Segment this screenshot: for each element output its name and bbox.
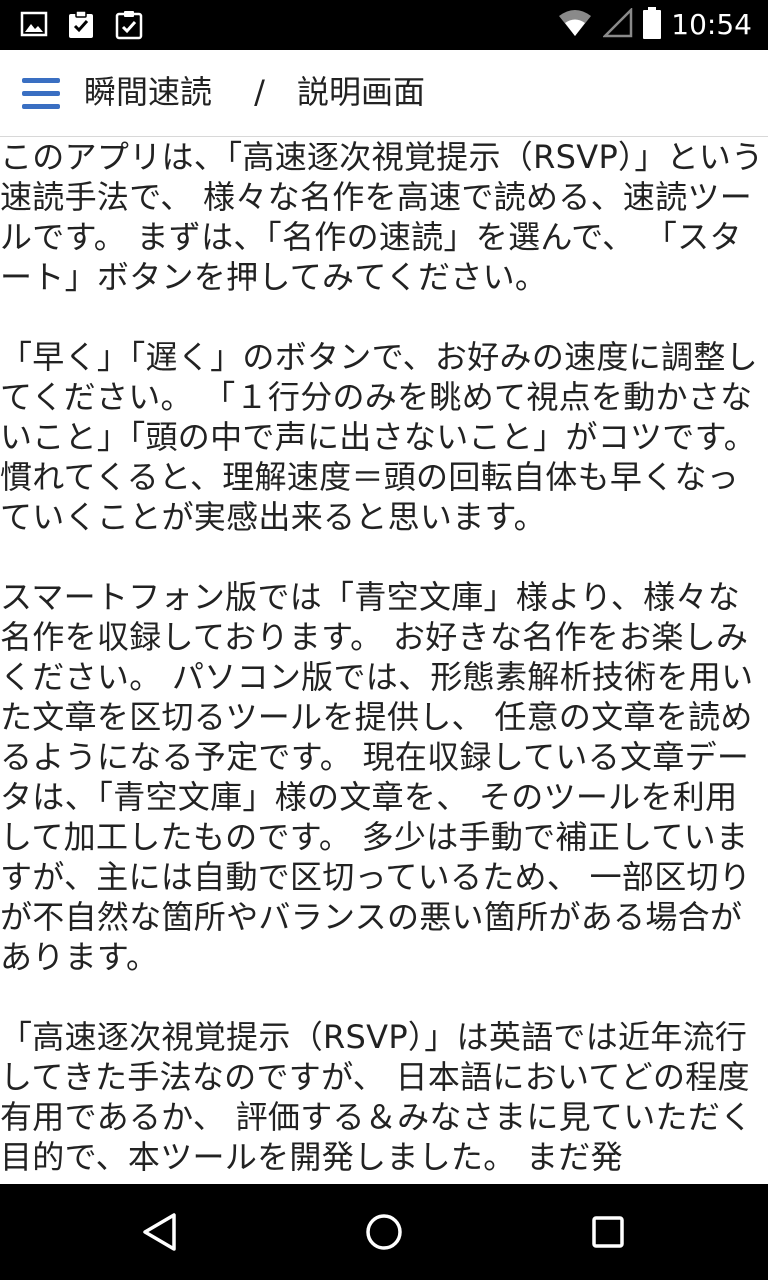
page-title: 瞬間速読 / 説明画面 [84,73,425,111]
status-bar: 10:54 [0,0,768,50]
app-bar: 瞬間速読 / 説明画面 [0,50,768,137]
paragraph-library: スマートフォン版では「青空文庫」様より、様々な名作を収録しております。 お好きな… [0,578,754,976]
home-circle-icon[interactable] [360,1208,408,1256]
clock: 10:54 [671,8,752,41]
battery-icon [643,7,662,43]
clipboard-check-icon [66,10,96,44]
hamburger-menu-icon[interactable] [18,72,64,116]
instructions-content[interactable]: このアプリは、「高速逐次視覚提示（RSVP）」という速読手法で、 様々な名作を高… [0,137,768,1184]
navigation-bar [0,1184,768,1280]
paragraph-rsvp: 「高速逐次視覚提示（RSVP）」は英語では近年流行してきた手法なのですが、 日本… [0,1018,753,1176]
image-icon [20,10,48,44]
system-status: 10:54 [557,4,752,46]
back-triangle-icon[interactable] [136,1208,184,1256]
recents-square-icon[interactable] [584,1208,632,1256]
signal-icon [602,6,633,42]
clipboard-check-alt-icon [114,10,144,44]
paragraph-intro: このアプリは、「高速逐次視覚提示（RSVP）」という速読手法で、 様々な名作を高… [0,138,764,296]
wifi-icon [557,8,593,42]
notification-icons [20,10,144,44]
instructions-text: このアプリは、「高速逐次視覚提示（RSVP）」という速読手法で、 様々な名作を高… [0,137,768,1177]
paragraph-speed: 「早く」「遅く」のボタンで、お好みの速度に調整してください。 「１行分のみを眺め… [0,338,758,536]
